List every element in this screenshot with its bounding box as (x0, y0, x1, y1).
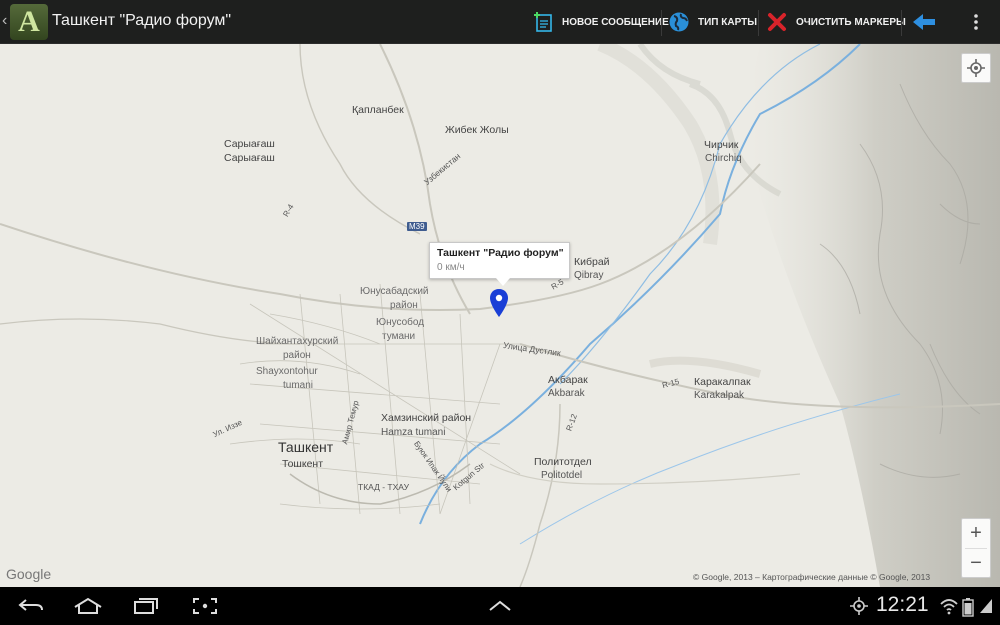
clear-markers-button[interactable]: ОЧИСТИТЬ МАРКЕРЫ (766, 0, 906, 44)
info-window-title: Ташкент "Радио форум" (437, 247, 564, 259)
nav-recents-icon (134, 598, 158, 614)
label-akbarak-uz: Akbarak (548, 388, 585, 399)
label-yunusabad-uz: Юнусобод (376, 317, 425, 328)
label-khamza-ru: Хамзинский район (381, 412, 472, 424)
system-bar: 12:21 (0, 587, 1000, 625)
battery-icon (962, 598, 974, 617)
marker-info-window[interactable]: Ташкент "Радио форум" 0 км/ч (429, 242, 570, 286)
label-saryagash: Сарыағаш (224, 138, 275, 150)
label-zhibek-zholy: Жибек Жолы (445, 124, 509, 136)
map-type-button[interactable]: ТИП КАРТЫ (668, 0, 757, 44)
globe-icon (668, 11, 690, 33)
signal-icon (980, 599, 992, 613)
label-politotdel-ru: Политотдел (534, 456, 592, 468)
label-shaykhantakhur-uz-2: tumani (283, 380, 314, 391)
red-x-icon (766, 11, 788, 33)
up-caret-icon[interactable]: ‹ (2, 12, 7, 30)
label-khamza-uz: Hamza tumani (381, 427, 446, 438)
label-politotdel-uz: Politotdel (541, 470, 583, 481)
zoom-in-button[interactable]: + (962, 519, 990, 548)
label-qibray: Qibray (574, 270, 604, 281)
label-chirchiq: Chirchiq (705, 153, 742, 164)
label-karakalpak-ru: Каракалпак (694, 376, 751, 388)
overflow-menu-button[interactable] (966, 0, 986, 44)
new-message-label: НОВОЕ СООБЩЕНИЕ (562, 16, 669, 28)
action-divider (901, 10, 902, 36)
map-copyright: © Google, 2013 – Картографические данные… (693, 572, 931, 582)
new-message-button[interactable]: НОВОЕ СООБЩЕНИЕ (532, 0, 669, 44)
nav-screenshot-button[interactable] (190, 587, 220, 625)
clear-markers-label: ОЧИСТИТЬ МАРКЕРЫ (796, 16, 906, 28)
label-shaykhantakhur-uz: Shayxontohur (256, 366, 318, 377)
label-tkad: ТКАД - ТХАУ (358, 482, 409, 492)
info-window-speed: 0 км/ч (437, 262, 465, 273)
label-kibray: Кибрай (574, 256, 610, 268)
new-message-icon (532, 11, 554, 33)
nav-home-icon (74, 597, 102, 614)
blue-arrow-left-icon (910, 11, 938, 33)
back-button[interactable] (910, 0, 946, 44)
gps-icon (850, 597, 868, 615)
label-yunusabad-ru-2: район (390, 300, 418, 311)
map-view[interactable]: Қапланбек Жибек Жолы Сарыағаш Сарыағаш Ч… (0, 44, 1000, 587)
app-logo-letter: A (18, 5, 40, 38)
app-logo[interactable]: A (10, 4, 48, 40)
nav-quick-panel-button[interactable] (486, 587, 514, 625)
chevron-up-icon (489, 600, 511, 611)
app-title: Ташкент "Радио форум" (52, 12, 232, 29)
action-divider (661, 10, 662, 36)
wifi-icon (940, 599, 958, 615)
my-location-icon (967, 59, 985, 77)
nav-recents-button[interactable] (130, 587, 162, 625)
label-yunusabad-ru: Юнусабадский (360, 286, 429, 297)
nav-home-button[interactable] (70, 587, 106, 625)
label-toshkent: Тошкент (282, 458, 324, 470)
nav-back-button[interactable] (14, 587, 48, 625)
overflow-menu-icon (974, 14, 978, 30)
label-saryagash-2: Сарыағаш (224, 152, 275, 164)
status-clock: 12:21 (876, 593, 929, 616)
my-location-button[interactable] (961, 53, 991, 83)
zoom-controls: + − (961, 518, 991, 578)
route-shield-m39: M39 (407, 222, 427, 231)
label-akbarak-ru: Акбарак (548, 374, 588, 386)
label-shaykhantakhur-ru: Шайхантахурский (256, 336, 339, 347)
label-tashkent: Ташкент (278, 439, 334, 455)
label-karakalpak-uz: Karakalpak (694, 390, 745, 401)
action-bar: ‹ A Ташкент "Радио форум" НОВОЕ СООБЩЕНИ… (0, 0, 1000, 44)
label-chirchik: Чирчик (704, 139, 739, 151)
map-pin-icon[interactable] (489, 288, 509, 318)
zoom-out-button[interactable]: − (962, 549, 990, 578)
action-divider (758, 10, 759, 36)
label-yunusabad-uz-2: тумани (382, 331, 416, 342)
label-kaplanbek: Қапланбек (352, 104, 404, 116)
screenshot-icon (193, 598, 217, 614)
google-logo: Google (6, 566, 52, 582)
nav-back-icon (18, 599, 43, 611)
label-shaykhantakhur-ru-2: район (283, 350, 311, 361)
map-type-label: ТИП КАРТЫ (698, 16, 758, 28)
